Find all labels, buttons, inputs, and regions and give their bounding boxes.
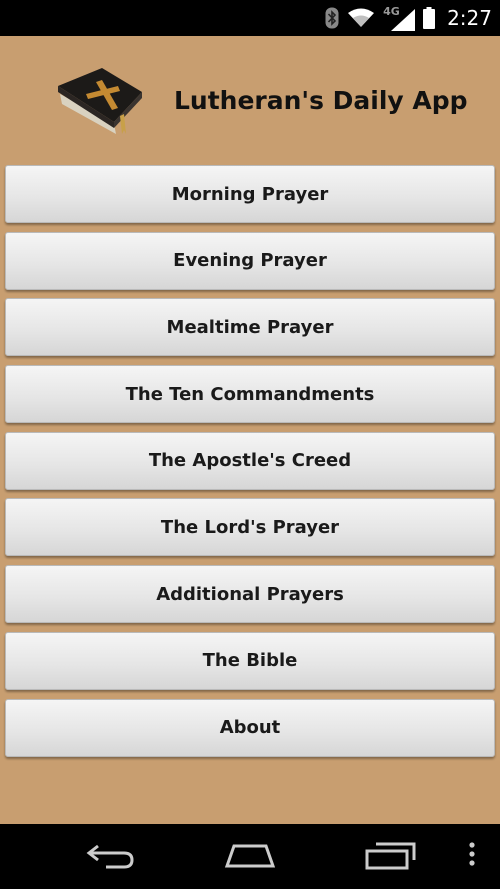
wifi-icon — [347, 8, 375, 28]
lords-prayer-button[interactable]: The Lord's Prayer — [5, 498, 495, 557]
recent-apps-icon[interactable] — [364, 840, 416, 875]
ten-commandments-button[interactable]: The Ten Commandments — [5, 365, 495, 424]
bible-button[interactable]: The Bible — [5, 631, 495, 690]
navigation-bar — [0, 824, 500, 889]
evening-prayer-button[interactable]: Evening Prayer — [5, 231, 495, 290]
additional-prayers-button[interactable]: Additional Prayers — [5, 565, 495, 624]
apostles-creed-button[interactable]: The Apostle's Creed — [5, 431, 495, 490]
back-icon[interactable] — [86, 840, 136, 875]
status-bar: 4G 2:27 — [0, 0, 500, 36]
about-button[interactable]: About — [5, 698, 495, 757]
bluetooth-icon — [325, 7, 339, 29]
menu-list: Morning Prayer Evening Prayer Mealtime P… — [5, 165, 495, 765]
bible-book-icon — [56, 64, 146, 141]
signal-icon: 4G — [383, 5, 416, 31]
status-icons: 4G 2:27 — [325, 0, 492, 36]
app-title: Lutheran's Daily App — [174, 86, 468, 115]
morning-prayer-button[interactable]: Morning Prayer — [5, 165, 495, 223]
home-icon[interactable] — [224, 840, 276, 875]
app-screen: Lutheran's Daily App Morning Prayer Even… — [0, 36, 500, 824]
overflow-menu-icon[interactable] — [468, 840, 476, 875]
mealtime-prayer-button[interactable]: Mealtime Prayer — [5, 298, 495, 357]
app-header: Lutheran's Daily App — [0, 36, 500, 166]
battery-icon — [423, 7, 436, 29]
status-clock: 2:27 — [447, 6, 492, 30]
